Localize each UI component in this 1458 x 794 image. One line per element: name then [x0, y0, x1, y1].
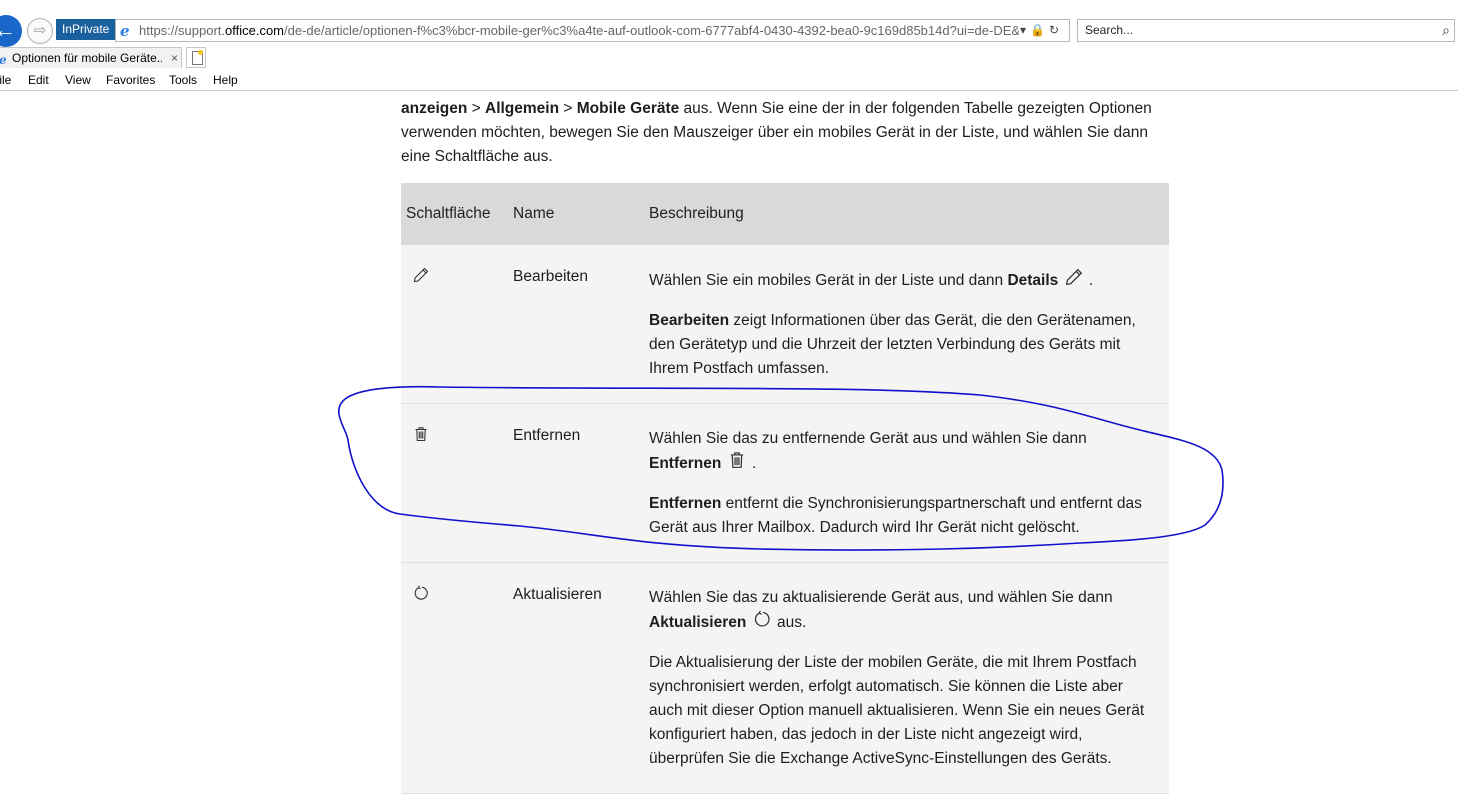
description-text: Wählen Sie ein mobiles Gerät in der List…	[649, 272, 1008, 289]
browser-tab-active[interactable]: e Optionen für mobile Geräte... ×	[0, 47, 182, 68]
description-end: .	[747, 455, 757, 472]
row-description: Wählen Sie das zu entfernende Gerät aus …	[644, 403, 1169, 563]
lock-icon[interactable]: 🔒	[1030, 23, 1049, 37]
row-name: Bearbeiten	[507, 245, 644, 404]
options-table: Schaltfläche Name Beschreibung Bearbeite…	[401, 183, 1169, 794]
pencil-icon	[413, 267, 429, 283]
table-header-row: Schaltfläche Name Beschreibung	[401, 183, 1169, 245]
intro-paragraph: anzeigen > Allgemein > Mobile Geräte aus…	[401, 97, 1169, 169]
forward-arrow-icon: ⇨	[33, 22, 47, 39]
tab-title: Optionen für mobile Geräte...	[12, 51, 162, 65]
description-paragraph: Entfernen entfernt die Synchronisierungs…	[649, 492, 1157, 540]
url-scheme: https://support.	[139, 23, 225, 38]
url-path: /de-de/article/optionen-f%c3%bcr-mobile-…	[284, 23, 1019, 38]
search-box[interactable]: Search... ⌕	[1077, 19, 1455, 42]
trash-icon	[413, 426, 429, 442]
description-bold: Entfernen	[649, 495, 722, 512]
row-icon-cell	[401, 245, 507, 404]
menu-bar: File Edit View Favorites Tools Help	[0, 70, 1458, 90]
description-bold: Details	[1007, 272, 1059, 289]
menu-help[interactable]: Help	[213, 70, 238, 90]
search-icon[interactable]: ⌕	[1442, 20, 1450, 41]
description-bold: Bearbeiten	[649, 312, 730, 329]
description-paragraph: Die Aktualisierung der Liste der mobilen…	[649, 651, 1157, 771]
table-row: Entfernen Wählen Sie das zu entfernende …	[401, 403, 1169, 563]
description-text: Wählen Sie das zu entfernende Gerät aus …	[649, 430, 1087, 447]
description-paragraph: Bearbeiten zeigt Informationen über das …	[649, 309, 1157, 381]
header-name: Name	[507, 183, 644, 245]
header-schaltflaeche: Schaltfläche	[401, 183, 507, 245]
row-name: Aktualisieren	[507, 562, 644, 794]
pencil-icon	[1065, 268, 1083, 286]
intro-bold-allgemein: Allgemein	[485, 100, 560, 117]
row-description: Wählen Sie ein mobiles Gerät in der List…	[644, 245, 1169, 404]
intro-bold-mobile: Mobile Geräte	[576, 100, 680, 117]
refresh-icon	[753, 610, 771, 628]
description-text: Die Aktualisierung der Liste der mobilen…	[649, 654, 1145, 767]
row-name: Entfernen	[507, 403, 644, 563]
table-row: Bearbeiten Wählen Sie ein mobiles Gerät …	[401, 245, 1169, 404]
forward-button[interactable]: ⇨	[27, 18, 53, 44]
search-input[interactable]: Search...	[1085, 23, 1133, 37]
intro-separator: >	[559, 100, 577, 117]
browser-chrome: ← ⇨ InPrivate e https://support.office.c…	[0, 0, 1458, 91]
table-row: Aktualisieren Wählen Sie das zu aktualis…	[401, 562, 1169, 794]
description-text: entfernt die Synchronisierungspartnersch…	[649, 495, 1142, 536]
address-bar-icons: ▾🔒↻	[1020, 20, 1063, 41]
row-icon-cell	[401, 403, 507, 563]
description-text: Wählen Sie das zu aktualisierende Gerät …	[649, 589, 1113, 606]
address-bar[interactable]: e https://support.office.com/de-de/artic…	[115, 19, 1070, 42]
dropdown-arrow-icon[interactable]: ▾	[1020, 23, 1030, 37]
description-end: aus.	[772, 614, 807, 631]
menu-file[interactable]: File	[0, 70, 11, 90]
row-description: Wählen Sie das zu aktualisierende Gerät …	[644, 562, 1169, 794]
description-paragraph: Wählen Sie das zu aktualisierende Gerät …	[649, 586, 1157, 635]
tab-close-icon[interactable]: ×	[171, 48, 178, 68]
ie-logo-icon: e	[120, 22, 130, 40]
description-bold: Aktualisieren	[649, 614, 747, 631]
menu-favorites[interactable]: Favorites	[106, 70, 155, 90]
description-paragraph: Wählen Sie ein mobiles Gerät in der List…	[649, 268, 1157, 293]
url-domain: office.com	[225, 23, 285, 38]
description-bold: Entfernen	[649, 455, 722, 472]
article-content: anzeigen > Allgemein > Mobile Geräte aus…	[401, 74, 1169, 794]
row-icon-cell	[401, 562, 507, 794]
intro-bold-anzeigen: anzeigen	[401, 100, 468, 117]
back-button[interactable]: ←	[0, 15, 22, 47]
new-tab-button[interactable]	[186, 47, 206, 68]
intro-separator: >	[467, 100, 485, 117]
refresh-icon	[413, 585, 429, 601]
trash-icon	[728, 451, 746, 469]
header-beschreibung: Beschreibung	[644, 183, 1169, 245]
description-end: .	[1084, 272, 1094, 289]
tab-favicon-icon: e	[0, 50, 7, 68]
menu-edit[interactable]: Edit	[28, 70, 49, 90]
inprivate-badge: InPrivate	[56, 19, 116, 40]
refresh-page-icon[interactable]: ↻	[1049, 23, 1063, 37]
menu-tools[interactable]: Tools	[169, 70, 197, 90]
description-paragraph: Wählen Sie das zu entfernende Gerät aus …	[649, 427, 1157, 476]
back-arrow-icon: ←	[0, 17, 16, 42]
url-text[interactable]: https://support.office.com/de-de/article…	[139, 20, 1019, 41]
menu-view[interactable]: View	[65, 70, 91, 90]
